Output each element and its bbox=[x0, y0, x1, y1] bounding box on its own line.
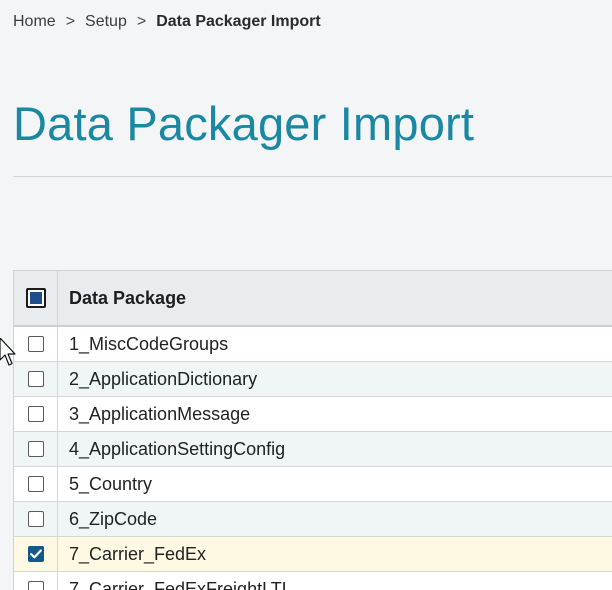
row-check-cell bbox=[14, 467, 58, 501]
table-row[interactable]: 3_ApplicationMessage bbox=[14, 397, 612, 432]
select-all-checkbox[interactable] bbox=[25, 288, 46, 308]
table-row[interactable]: 1_MiscCodeGroups bbox=[14, 327, 612, 362]
column-header-data-package[interactable]: Data Package bbox=[58, 271, 612, 325]
table-row[interactable]: 5_Country bbox=[14, 467, 612, 502]
table-row[interactable]: 6_ZipCode bbox=[14, 502, 612, 537]
row-checkbox[interactable] bbox=[27, 406, 44, 422]
indeterminate-mark-icon bbox=[29, 292, 42, 304]
breadcrumb-current: Data Packager Import bbox=[156, 13, 321, 30]
package-name: 1_MiscCodeGroups bbox=[69, 333, 229, 354]
package-name: 4_ApplicationSettingConfig bbox=[69, 438, 286, 459]
row-checkbox[interactable] bbox=[27, 511, 44, 527]
row-checkbox[interactable] bbox=[27, 371, 44, 387]
package-name: 3_ApplicationMessage bbox=[69, 403, 251, 424]
breadcrumb-separator: > bbox=[65, 13, 76, 30]
package-name: 5_Country bbox=[69, 473, 153, 494]
breadcrumb: Home > Setup > Data Packager Import bbox=[13, 13, 321, 31]
page-title: Data Packager Import bbox=[13, 97, 475, 150]
breadcrumb-setup-link[interactable]: Setup bbox=[85, 13, 127, 31]
checkmark-icon bbox=[29, 549, 42, 559]
row-checkbox[interactable] bbox=[27, 581, 44, 590]
row-checkbox-checked[interactable] bbox=[27, 546, 44, 562]
table-row-selected[interactable]: 7_Carrier_FedEx bbox=[14, 537, 612, 572]
breadcrumb-separator: > bbox=[136, 13, 147, 30]
row-checkbox[interactable] bbox=[27, 476, 44, 492]
table-row[interactable]: 7_Carrier_FedExFreightLTL bbox=[14, 572, 612, 590]
select-all-cell bbox=[14, 271, 58, 325]
data-package-grid: Data Package 1_MiscCodeGroups 2_Applicat… bbox=[13, 270, 612, 590]
package-name: 6_ZipCode bbox=[69, 508, 158, 529]
row-check-cell bbox=[14, 327, 58, 361]
breadcrumb-home-link[interactable]: Home bbox=[13, 13, 56, 31]
page: Home > Setup > Data Packager Import Data… bbox=[0, 0, 612, 590]
row-checkbox[interactable] bbox=[27, 336, 44, 352]
row-check-cell bbox=[14, 502, 58, 536]
row-check-cell bbox=[14, 432, 58, 466]
package-name: 2_ApplicationDictionary bbox=[69, 368, 258, 389]
cursor-arrow-icon bbox=[0, 338, 16, 366]
package-name: 7_Carrier_FedEx bbox=[69, 543, 207, 564]
row-checkbox[interactable] bbox=[27, 441, 44, 457]
grid-header-row: Data Package bbox=[14, 271, 612, 327]
row-check-cell bbox=[14, 537, 58, 571]
title-divider bbox=[13, 176, 612, 177]
table-row[interactable]: 2_ApplicationDictionary bbox=[14, 362, 612, 397]
row-check-cell bbox=[14, 397, 58, 431]
table-row[interactable]: 4_ApplicationSettingConfig bbox=[14, 432, 612, 467]
package-name: 7_Carrier_FedExFreightLTL bbox=[69, 578, 292, 590]
row-check-cell bbox=[14, 572, 58, 590]
row-check-cell bbox=[14, 362, 58, 396]
